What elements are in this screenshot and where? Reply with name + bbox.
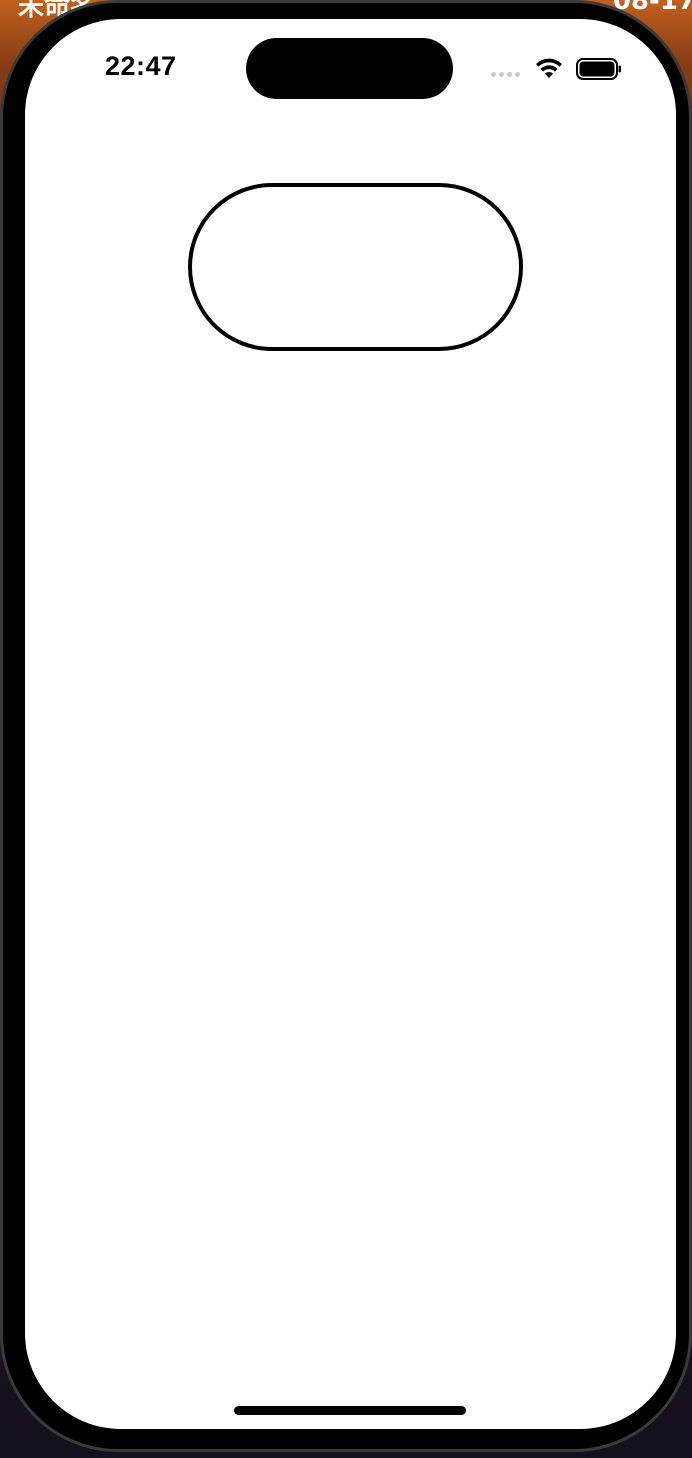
dynamic-island — [246, 38, 453, 99]
battery-icon — [576, 58, 621, 80]
home-indicator[interactable] — [234, 1406, 466, 1415]
phone-screen: 22:47 — [25, 19, 676, 1429]
status-bar-time: 22:47 — [105, 51, 177, 81]
signal-dot — [499, 72, 504, 77]
pill-shaped-element[interactable] — [188, 183, 523, 351]
signal-dot — [507, 72, 512, 77]
signal-dot — [515, 72, 520, 77]
signal-dot — [491, 72, 496, 77]
cellular-signal-dots-icon — [491, 72, 520, 77]
wifi-icon — [536, 58, 562, 78]
